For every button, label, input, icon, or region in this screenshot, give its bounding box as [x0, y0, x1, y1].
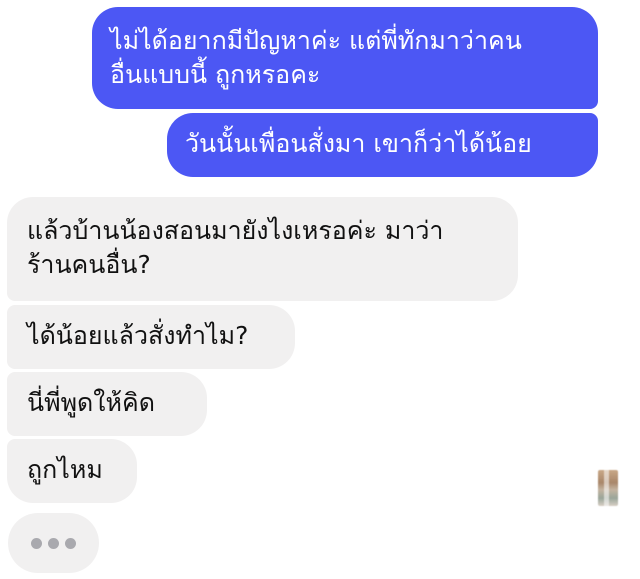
outgoing-message-bubble[interactable]: วันนั้นเพื่อนสั่งมา เขาก็ว่าได้น้อย: [167, 113, 598, 177]
typing-indicator: [8, 513, 99, 573]
typing-dot: [31, 537, 42, 549]
incoming-message-bubble[interactable]: นี่พี่พูดให้คิด: [7, 372, 207, 436]
incoming-message-bubble[interactable]: ถูกไหม: [7, 439, 137, 503]
chat-thread: ไม่ได้อยากมีปัญหาค่ะ แต่พี่ทักมาว่าคน อื…: [0, 0, 640, 579]
avatar[interactable]: [598, 470, 618, 506]
incoming-message-bubble[interactable]: แล้วบ้านน้องสอนมายังไงเหรอค่ะ มาว่า ร้าน…: [7, 197, 518, 301]
outgoing-message-bubble[interactable]: ไม่ได้อยากมีปัญหาค่ะ แต่พี่ทักมาว่าคน อื…: [92, 7, 598, 109]
incoming-message-bubble[interactable]: ได้น้อยแล้วสั่งทำไม?: [7, 305, 295, 369]
typing-dot: [65, 537, 76, 549]
typing-dot: [48, 537, 59, 549]
